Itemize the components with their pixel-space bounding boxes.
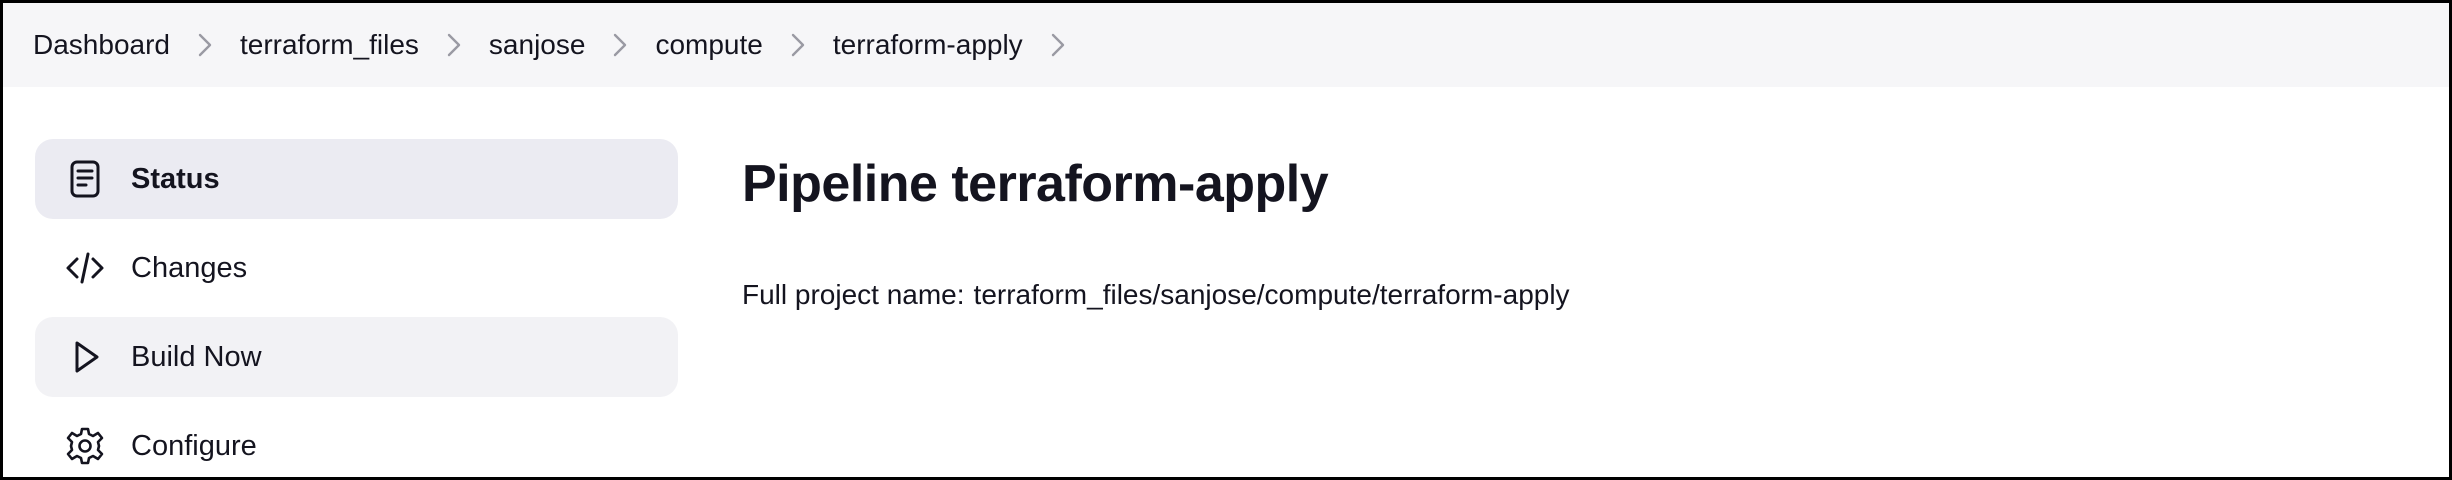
sidebar-item-build-now[interactable]: Build Now bbox=[35, 317, 678, 397]
breadcrumb-item-compute[interactable]: compute bbox=[655, 29, 762, 61]
status-document-icon bbox=[63, 157, 107, 201]
breadcrumb: Dashboard terraform_files sanjose comput… bbox=[3, 3, 2449, 87]
breadcrumb-item-dashboard[interactable]: Dashboard bbox=[33, 29, 170, 61]
sidebar-item-label: Build Now bbox=[131, 340, 262, 373]
sidebar-item-label: Changes bbox=[131, 251, 248, 284]
chevron-right-icon[interactable] bbox=[170, 25, 240, 65]
sidebar: Status Changes Build Now Configure bbox=[35, 139, 678, 477]
code-icon bbox=[63, 246, 107, 290]
app-window: Dashboard terraform_files sanjose comput… bbox=[0, 0, 2452, 480]
page-title: Pipeline terraform-apply bbox=[742, 155, 1329, 213]
chevron-right-icon[interactable] bbox=[763, 25, 833, 65]
breadcrumb-item-terraform-files[interactable]: terraform_files bbox=[240, 29, 419, 61]
sidebar-item-label: Status bbox=[131, 162, 220, 195]
play-icon bbox=[63, 335, 107, 379]
full-project-name-value: terraform_files/sanjose/compute/terrafor… bbox=[973, 279, 1570, 310]
gear-icon bbox=[63, 424, 107, 468]
sidebar-item-status[interactable]: Status bbox=[35, 139, 678, 219]
chevron-right-icon[interactable] bbox=[1023, 25, 1093, 65]
sidebar-item-changes[interactable]: Changes bbox=[35, 228, 678, 308]
breadcrumb-item-sanjose[interactable]: sanjose bbox=[489, 29, 586, 61]
sidebar-item-configure[interactable]: Configure bbox=[35, 406, 678, 477]
sidebar-item-label: Configure bbox=[131, 429, 257, 462]
breadcrumb-item-terraform-apply[interactable]: terraform-apply bbox=[833, 29, 1023, 61]
chevron-right-icon[interactable] bbox=[585, 25, 655, 65]
full-project-name: Full project name: terraform_files/sanjo… bbox=[742, 279, 1570, 311]
chevron-right-icon[interactable] bbox=[419, 25, 489, 65]
full-project-name-label: Full project name: bbox=[742, 279, 965, 310]
main-content: Pipeline terraform-apply Full project na… bbox=[742, 151, 1570, 311]
